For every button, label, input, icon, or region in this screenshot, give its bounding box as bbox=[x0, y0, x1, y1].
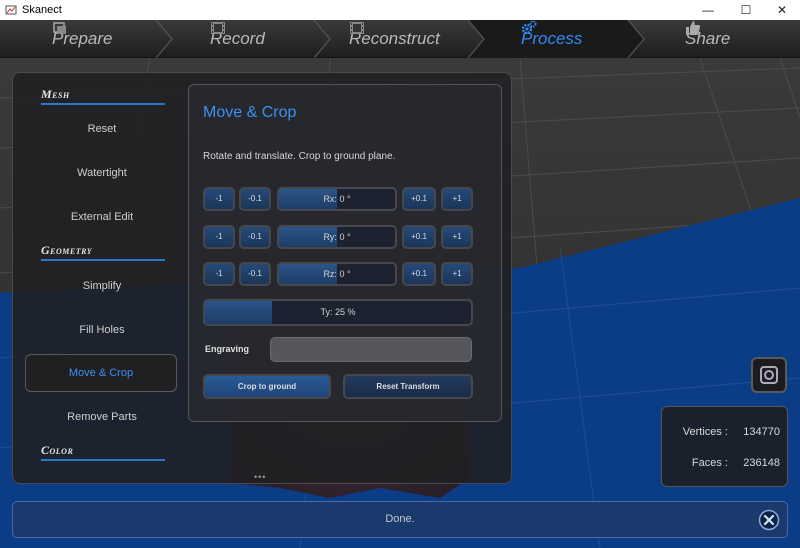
close-status-button[interactable] bbox=[758, 509, 780, 531]
menu-item-watertight[interactable]: Watertight bbox=[27, 155, 177, 191]
panel-description: Rotate and translate. Crop to ground pla… bbox=[203, 151, 396, 162]
camera-icon bbox=[760, 366, 778, 384]
rz-slider[interactable]: Rz: 0 ° bbox=[277, 262, 397, 286]
ry-minus-0.1-button[interactable]: -0.1 bbox=[239, 225, 271, 249]
menu-item-external-edit[interactable]: External Edit bbox=[27, 199, 177, 235]
status-message: Done. bbox=[385, 513, 415, 525]
tab-record[interactable]: Record bbox=[210, 20, 265, 58]
tab-prepare[interactable]: Prepare bbox=[52, 20, 112, 58]
menu-item-simplify[interactable]: Simplify bbox=[27, 268, 177, 304]
mesh-stats-panel: Vertices : 134770 Faces : 236148 bbox=[661, 406, 788, 487]
tab-share[interactable]: Share bbox=[685, 20, 730, 58]
more-indicator: ••• bbox=[254, 472, 267, 482]
ry-plus-1-button[interactable]: +1 bbox=[441, 225, 473, 249]
menu-item-reset[interactable]: Reset bbox=[27, 111, 177, 147]
reset-transform-button[interactable]: Reset Transform bbox=[343, 374, 473, 399]
section-geometry: Geometry bbox=[41, 243, 165, 261]
vertices-value: 134770 bbox=[743, 426, 780, 438]
rz-minus-1-button[interactable]: -1 bbox=[203, 262, 235, 286]
engraving-input[interactable] bbox=[270, 337, 472, 362]
rz-minus-0.1-button[interactable]: -0.1 bbox=[239, 262, 271, 286]
menu-item-move-crop[interactable]: Move & Crop bbox=[25, 354, 177, 392]
faces-label: Faces : bbox=[691, 457, 728, 469]
title-bar: Skanect — ☐ ✕ bbox=[0, 0, 800, 20]
close-window-button[interactable]: ✕ bbox=[764, 0, 800, 20]
ry-slider-label: Ry: 0 ° bbox=[323, 232, 351, 242]
menu-item-fill-holes[interactable]: Fill Holes bbox=[27, 312, 177, 348]
gears-icon bbox=[521, 20, 537, 35]
rz-plus-1-button[interactable]: +1 bbox=[441, 262, 473, 286]
section-mesh: Mesh bbox=[41, 87, 165, 105]
engraving-label: Engraving bbox=[205, 344, 250, 354]
section-color: Color bbox=[41, 443, 165, 461]
rx-minus-0.1-button[interactable]: -0.1 bbox=[239, 187, 271, 211]
ry-plus-0.1-button[interactable]: +0.1 bbox=[402, 225, 436, 249]
rx-slider-label: Rx: 0 ° bbox=[323, 194, 351, 204]
reconstruct-film-icon bbox=[350, 22, 364, 34]
prepare-icon bbox=[53, 22, 66, 34]
ry-slider[interactable]: Ry: 0 ° bbox=[277, 225, 397, 249]
maximize-button[interactable]: ☐ bbox=[728, 0, 764, 20]
move-crop-panel: Move & Crop Rotate and translate. Crop t… bbox=[188, 84, 502, 422]
rz-slider-label: Rz: 0 ° bbox=[323, 269, 351, 279]
menu-item-remove-parts[interactable]: Remove Parts bbox=[27, 399, 177, 435]
snapshot-button[interactable] bbox=[751, 357, 787, 393]
thumbs-up-icon bbox=[686, 21, 701, 35]
tab-process[interactable]: Process bbox=[521, 20, 582, 58]
ty-slider-fill bbox=[205, 301, 272, 324]
panel-title: Move & Crop bbox=[203, 104, 297, 121]
window-title: Skanect bbox=[22, 4, 62, 16]
tab-reconstruct[interactable]: Reconstruct bbox=[349, 20, 440, 58]
rx-minus-1-button[interactable]: -1 bbox=[203, 187, 235, 211]
rx-plus-0.1-button[interactable]: +0.1 bbox=[402, 187, 436, 211]
rz-plus-0.1-button[interactable]: +0.1 bbox=[402, 262, 436, 286]
ry-minus-1-button[interactable]: -1 bbox=[203, 225, 235, 249]
main-tab-bar: Prepare Record Reconstruct Process Share bbox=[0, 20, 800, 58]
record-film-icon bbox=[211, 22, 225, 34]
minimize-button[interactable]: — bbox=[690, 0, 726, 20]
ty-slider-label: Ty: 25 % bbox=[320, 307, 356, 317]
rx-plus-1-button[interactable]: +1 bbox=[441, 187, 473, 211]
ty-slider[interactable]: Ty: 25 % bbox=[203, 299, 473, 326]
vertices-label: Vertices : bbox=[682, 426, 728, 438]
skanect-app-icon bbox=[5, 5, 17, 15]
faces-value: 236148 bbox=[743, 457, 780, 469]
status-bar: Done. bbox=[12, 501, 788, 538]
rx-slider[interactable]: Rx: 0 ° bbox=[277, 187, 397, 211]
crop-to-ground-button[interactable]: Crop to ground bbox=[203, 374, 331, 399]
